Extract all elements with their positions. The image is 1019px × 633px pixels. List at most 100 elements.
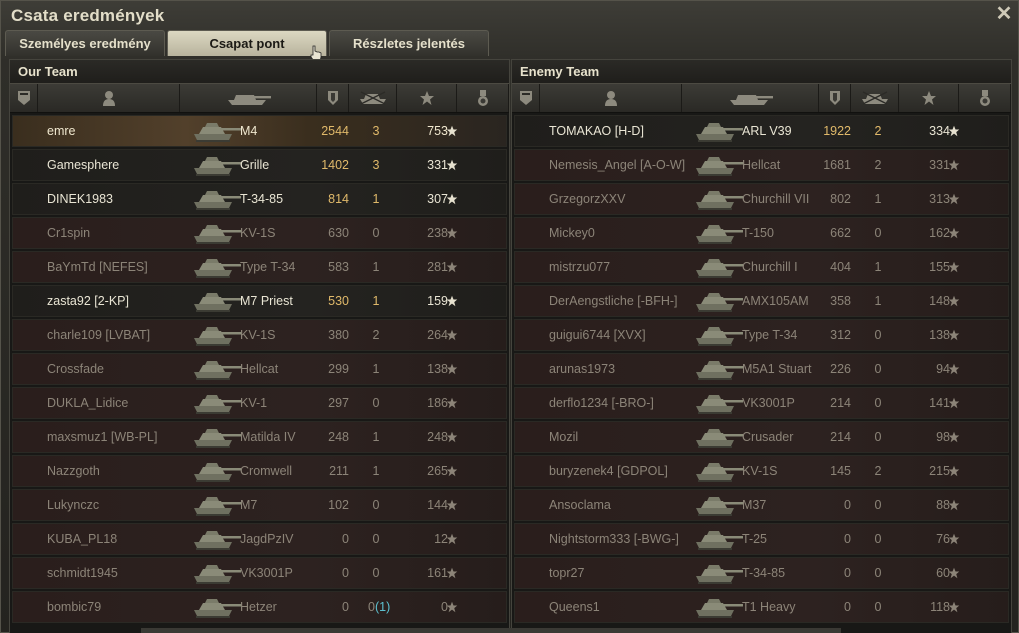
player-name: GrzegorzXXV xyxy=(549,192,626,206)
player-column-header[interactable] xyxy=(38,84,180,112)
achievements-column-header[interactable] xyxy=(457,84,509,112)
kills-value: 2 xyxy=(870,456,886,486)
tank-image-icon xyxy=(690,423,744,451)
vehicle-name: Hellcat xyxy=(742,158,781,172)
player-row[interactable]: derflo1234 [-BRO-] VK3001P 214 0 141 xyxy=(514,387,1009,419)
tab-personal-result[interactable]: Személyes eredmény xyxy=(5,30,165,56)
badge-icon xyxy=(17,90,31,106)
squad-column-header[interactable] xyxy=(512,84,540,112)
kills-value: 0 xyxy=(870,218,886,248)
xp-value: 281 xyxy=(427,260,448,274)
player-name: Lukynczc xyxy=(47,498,100,512)
tab-detailed-report[interactable]: Részletes jelentés xyxy=(329,30,489,56)
damage-column-header[interactable] xyxy=(819,84,851,112)
player-row[interactable]: emre M4 2544 3 753 xyxy=(12,115,507,147)
kills-extra: (1) xyxy=(374,600,391,614)
vehicle-name: Type T-34 xyxy=(240,260,296,274)
kills-count: 0 xyxy=(874,362,882,376)
xp-value: 264 xyxy=(427,328,448,342)
kills-value: 0 xyxy=(870,524,886,554)
player-row[interactable]: maxsmuz1 [WB-PL] Matilda IV 248 1 248 xyxy=(12,421,507,453)
player-row[interactable]: DerAengstliche [-BFH-] AMX105AM 358 1 148 xyxy=(514,285,1009,317)
star-icon xyxy=(948,125,960,137)
vehicle-name: T-34-85 xyxy=(742,566,786,580)
xp-value: 162 xyxy=(929,226,950,240)
tank-image-icon xyxy=(188,593,242,621)
tank-image-icon xyxy=(690,117,744,145)
close-icon[interactable]: ✕ xyxy=(994,4,1014,24)
tab-team-score[interactable]: Csapat pont xyxy=(167,30,327,56)
xp-value: 307 xyxy=(427,192,448,206)
player-row[interactable]: Cr1spin KV-1S 630 0 238 xyxy=(12,217,507,249)
player-name: bombic79 xyxy=(47,600,102,614)
player-row[interactable]: BaYmTd [NEFES] Type T-34 583 1 281 xyxy=(12,251,507,283)
player-row[interactable]: TOMAKAO [H-D] ARL V39 1922 2 334 xyxy=(514,115,1009,147)
vehicle-column-header[interactable] xyxy=(682,84,819,112)
medal-icon xyxy=(477,89,489,107)
kills-count: 0 xyxy=(874,498,882,512)
damage-column-header[interactable] xyxy=(317,84,349,112)
player-row[interactable]: Gamesphere Grille 1402 3 331 xyxy=(12,149,507,181)
xp-value: 331 xyxy=(427,158,448,172)
player-row[interactable]: arunas1973 M5A1 Stuart 226 0 94 xyxy=(514,353,1009,385)
player-row[interactable]: charle109 [LVBAT] KV-1S 380 2 264 xyxy=(12,319,507,351)
star-icon xyxy=(446,465,458,477)
player-row[interactable]: buryzenek4 [GDPOL] KV-1S 145 2 215 xyxy=(514,455,1009,487)
player-name: Crossfade xyxy=(47,362,104,376)
kills-value: 0 xyxy=(368,558,384,588)
xp-value: 313 xyxy=(929,192,950,206)
tank-image-icon xyxy=(188,151,242,179)
kills-column-header[interactable] xyxy=(851,84,899,112)
achievements-column-header[interactable] xyxy=(959,84,1011,112)
player-row[interactable]: Nemesis_Angel [A-O-W] Hellcat 1681 2 331 xyxy=(514,149,1009,181)
tank-image-icon xyxy=(188,423,242,451)
star-icon xyxy=(419,90,435,106)
player-row[interactable]: Lukynczc M7 102 0 144 xyxy=(12,489,507,521)
xp-column-header[interactable] xyxy=(899,84,959,112)
player-row[interactable]: Nightstorm333 [-BWG-] T-25 0 0 76 xyxy=(514,523,1009,555)
player-row[interactable]: Ansoclama M37 0 0 88 xyxy=(514,489,1009,521)
tank-image-icon xyxy=(188,321,242,349)
damage-value: 630 xyxy=(328,226,349,240)
squad-column-header[interactable] xyxy=(10,84,38,112)
player-row[interactable]: KUBA_PL18 JagdPzIV 0 0 12 xyxy=(12,523,507,555)
vehicle-name: Hetzer xyxy=(240,600,277,614)
kills-count: 0 xyxy=(874,396,882,410)
player-row[interactable]: bombic79 Hetzer 0 0(1) 0 xyxy=(12,591,507,623)
kills-count: 0 xyxy=(874,532,882,546)
player-row[interactable]: Queens1 T1 Heavy 0 0 118 xyxy=(514,591,1009,623)
player-row[interactable]: Crossfade Hellcat 299 1 138 xyxy=(12,353,507,385)
kills-count: 1 xyxy=(372,192,380,206)
kills-count: 1 xyxy=(372,294,380,308)
player-row[interactable]: topr27 T-34-85 0 0 60 xyxy=(514,557,1009,589)
player-row[interactable]: DUKLA_Lidice KV-1 297 0 186 xyxy=(12,387,507,419)
star-icon xyxy=(446,397,458,409)
kills-column-header[interactable] xyxy=(349,84,397,112)
kills-value: 1 xyxy=(368,354,384,384)
player-row[interactable]: zasta92 [2-KP] M7 Priest 530 1 159 xyxy=(12,285,507,317)
player-row[interactable]: DINEK1983 T-34-85 814 1 307 xyxy=(12,183,507,215)
kills-value: 1 xyxy=(870,184,886,214)
player-row[interactable]: Mozil Crusader 214 0 98 xyxy=(514,421,1009,453)
player-row[interactable]: Nazzgoth Cromwell 211 1 265 xyxy=(12,455,507,487)
player-column-header[interactable] xyxy=(540,84,682,112)
kills-value: 3 xyxy=(368,116,384,146)
tank-image-icon xyxy=(690,253,744,281)
vehicle-name: VK3001P xyxy=(240,566,293,580)
player-row[interactable]: schmidt1945 VK3001P 0 0 161 xyxy=(12,557,507,589)
kills-count: 1 xyxy=(372,260,380,274)
vehicle-column-header[interactable] xyxy=(180,84,317,112)
vehicle-name: M5A1 Stuart xyxy=(742,362,812,376)
star-icon xyxy=(921,90,937,106)
xp-column-header[interactable] xyxy=(397,84,457,112)
player-row[interactable]: guigui6744 [XVX] Type T-34 312 0 138 xyxy=(514,319,1009,351)
tank-image-icon xyxy=(188,253,242,281)
player-row[interactable]: mistrzu077 Churchill I 404 1 155 xyxy=(514,251,1009,283)
vehicle-name: T-25 xyxy=(742,532,768,546)
player-row[interactable]: GrzegorzXXV Churchill VII 802 1 313 xyxy=(514,183,1009,215)
player-row[interactable]: Mickey0 T-150 662 0 162 xyxy=(514,217,1009,249)
damage-value: 102 xyxy=(328,498,349,512)
star-icon xyxy=(948,499,960,511)
vehicle-name: Type T-34 xyxy=(742,328,798,342)
player-name: Cr1spin xyxy=(47,226,91,240)
